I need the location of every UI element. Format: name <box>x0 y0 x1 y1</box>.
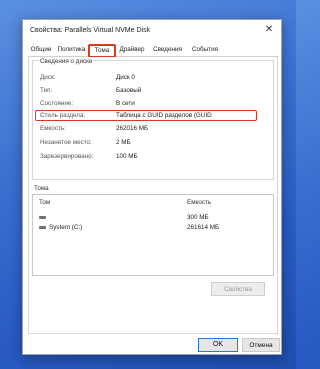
ok-button[interactable]: OK <box>198 338 238 352</box>
close-icon[interactable]: ✕ <box>257 20 281 40</box>
volumes-list[interactable]: Том Емкость 300 МБ System (C:) 261614 МБ <box>32 194 274 276</box>
volume-capacity: 300 МБ <box>187 214 209 221</box>
reserved-value: 100 МБ <box>116 153 138 160</box>
capacity-column-header[interactable]: Емкость <box>187 199 211 206</box>
disk-value: Диск 0 <box>116 74 135 81</box>
tab-policy[interactable]: Политика <box>55 45 88 55</box>
type-value: Базовый <box>116 87 142 94</box>
tab-events[interactable]: События <box>188 45 222 55</box>
tab-strip: Общие Политика Тома Драйвер Сведения Соб… <box>28 44 278 58</box>
title-bar: Свойства: Parallels Virtual NVMe Disk ✕ <box>23 20 281 42</box>
disk-info-group: Сведения о диске Диск: Диск 0 Тип: Базов… <box>32 58 274 180</box>
volumes-section-label: Тома <box>34 185 49 192</box>
type-label: Тип: <box>40 87 53 94</box>
properties-button[interactable]: Свойства <box>211 282 265 296</box>
unallocated-label: Незанятое место: <box>40 139 92 146</box>
list-item[interactable]: System (C:) 261614 МБ <box>33 223 273 232</box>
capacity-label: Емкость: <box>40 125 66 132</box>
volume-column-header[interactable]: Том <box>39 199 50 206</box>
partition-style-label: Стиль раздела: <box>40 112 86 119</box>
volume-capacity: 261614 МБ <box>187 224 220 231</box>
status-label: Состояние: <box>40 100 74 107</box>
volume-name: System (C:) <box>49 224 83 231</box>
capacity-value: 262016 МБ <box>116 125 149 132</box>
properties-dialog: Свойства: Parallels Virtual NVMe Disk ✕ … <box>22 19 282 355</box>
disk-info-group-title: Сведения о диске <box>39 58 94 65</box>
dialog-title: Свойства: Parallels Virtual NVMe Disk <box>30 27 151 34</box>
unallocated-value: 2 МБ <box>116 139 131 146</box>
reserved-label: Зарезервировано: <box>40 153 94 160</box>
partition-style-value: Таблица с GUID разделов (GUID <box>116 112 212 119</box>
tab-panel-volumes: Сведения о диске Диск: Диск 0 Тип: Базов… <box>28 57 278 334</box>
cancel-button[interactable]: Отмена <box>242 338 280 352</box>
list-item[interactable]: 300 МБ <box>33 213 273 222</box>
disk-icon <box>39 226 46 229</box>
tab-volumes[interactable]: Тома <box>88 44 116 58</box>
disk-label: Диск: <box>40 74 56 81</box>
status-value: В сети <box>116 100 135 107</box>
tab-details[interactable]: Сведения <box>149 45 186 55</box>
disk-icon <box>39 216 46 219</box>
tab-driver[interactable]: Драйвер <box>116 45 148 55</box>
tab-general[interactable]: Общие <box>28 45 54 55</box>
